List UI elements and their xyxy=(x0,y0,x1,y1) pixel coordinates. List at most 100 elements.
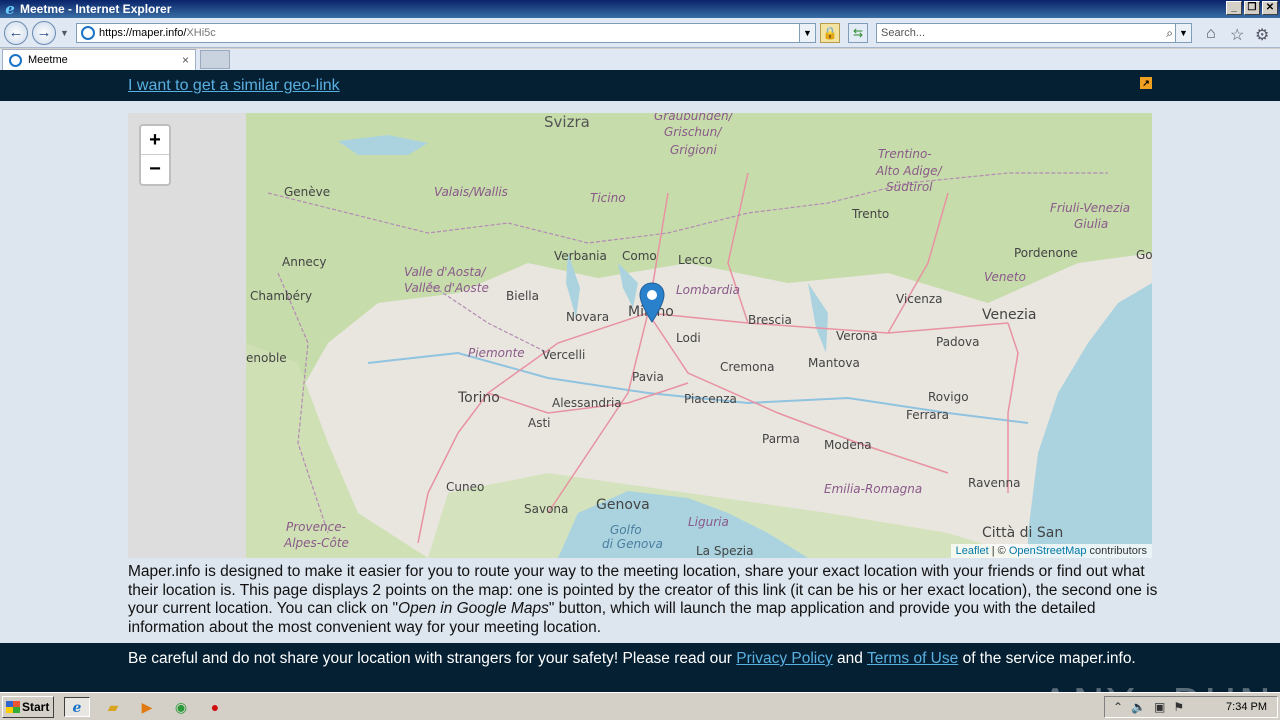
label-pavia: Pavia xyxy=(632,370,664,384)
url-host: https://maper.info/ xyxy=(99,27,187,39)
back-button[interactable]: ← xyxy=(4,21,28,45)
label-vicenza: Vicenza xyxy=(896,292,943,306)
footer-part2: of the service maper.info. xyxy=(958,650,1136,667)
back-arrow-icon: ← xyxy=(8,24,24,41)
label-svizzera: Svizra xyxy=(544,113,590,131)
label-como: Como xyxy=(622,249,657,263)
tab-favicon-icon xyxy=(9,53,22,67)
label-verona: Verona xyxy=(836,329,878,343)
taskbar: Start e ▰ ▶ ◉ ● ⌃ 🔈 ▣ ⚑ 7:34 PM xyxy=(0,692,1280,720)
label-valle-aosta: Valle d'Aosta/ xyxy=(404,265,486,279)
label-citta-san: Città di San xyxy=(982,525,1064,541)
search-input[interactable]: Search... ⌕ ▼ xyxy=(876,23,1192,43)
refresh-icon[interactable]: ⇆ xyxy=(848,23,868,43)
favorites-star-icon[interactable]: ☆ xyxy=(1230,25,1244,45)
taskbar-chrome-icon[interactable]: ◉ xyxy=(168,697,194,717)
label-asti: Asti xyxy=(528,416,551,430)
terms-of-use-link[interactable]: Terms of Use xyxy=(867,650,958,667)
label-venezia: Venezia xyxy=(982,307,1037,323)
top-banner: I want to get a similar geo-link ↗ xyxy=(0,70,1280,101)
label-sudtirol: Südtirol xyxy=(886,180,933,194)
label-go: Go xyxy=(1136,248,1152,262)
label-liguria: Liguria xyxy=(688,515,729,529)
label-padova: Padova xyxy=(936,335,980,349)
forward-arrow-icon: → xyxy=(36,24,52,41)
label-parma: Parma xyxy=(762,432,800,446)
label-torino: Torino xyxy=(458,390,500,406)
system-tray: ⌃ 🔈 ▣ ⚑ 7:34 PM xyxy=(1104,696,1278,718)
minimize-button[interactable]: _ xyxy=(1226,1,1242,15)
label-alto-adige: Alto Adige/ xyxy=(876,164,942,178)
clock: 7:34 PM xyxy=(1226,701,1267,713)
forward-button[interactable]: → xyxy=(32,21,56,45)
address-bar[interactable]: https://maper.info/XHi5c ▼ xyxy=(76,23,816,43)
openstreetmap-link[interactable]: OpenStreetMap xyxy=(1009,545,1087,557)
label-mantova: Mantova xyxy=(808,356,860,370)
tab-label: Meetme xyxy=(28,54,68,66)
label-giulia: Giulia xyxy=(1074,217,1109,231)
taskbar-folder-icon[interactable]: ▰ xyxy=(100,697,126,717)
gear-icon[interactable]: ⚙ xyxy=(1255,25,1269,45)
label-annecy: Annecy xyxy=(282,255,327,269)
restore-button[interactable]: ❐ xyxy=(1244,1,1260,15)
label-rovigo: Rovigo xyxy=(928,390,969,404)
label-provence: Provence- xyxy=(286,520,346,534)
zoom-out-button[interactable]: − xyxy=(141,155,169,184)
label-cremona: Cremona xyxy=(720,360,775,374)
similar-geo-link[interactable]: I want to get a similar geo-link xyxy=(128,77,340,95)
start-button[interactable]: Start xyxy=(2,696,54,718)
search-placeholder: Search... xyxy=(881,27,926,39)
site-favicon-icon xyxy=(81,26,95,40)
label-trentino: Trentino- xyxy=(878,147,932,161)
label-di-genova: di Genova xyxy=(602,537,663,551)
search-dropdown-icon[interactable]: ▼ xyxy=(1175,24,1191,42)
label-lombardia: Lombardia xyxy=(676,283,740,297)
label-grenoble: enoble xyxy=(246,351,287,365)
address-dropdown-icon[interactable]: ▼ xyxy=(799,24,815,42)
start-label: Start xyxy=(22,700,50,714)
lock-icon[interactable]: 🔒 xyxy=(820,23,840,43)
ie-logo-icon: e xyxy=(5,0,15,18)
label-veneto: Veneto xyxy=(984,270,1026,284)
close-button[interactable]: ✕ xyxy=(1262,1,1278,15)
anyrun-watermark: ANY▷RUN xyxy=(1040,680,1273,692)
location-marker-icon[interactable] xyxy=(639,282,665,324)
label-biella: Biella xyxy=(506,289,539,303)
zoom-in-button[interactable]: + xyxy=(141,126,169,155)
zoom-control: + − xyxy=(139,124,171,186)
label-alpes: Alpes-Côte xyxy=(284,536,349,550)
new-tab-button[interactable] xyxy=(200,50,230,69)
label-vallee-aoste: Vallée d'Aoste xyxy=(404,281,489,295)
taskbar-security-icon[interactable]: ● xyxy=(202,697,228,717)
leaflet-link[interactable]: Leaflet xyxy=(956,545,989,557)
label-grigioni: Grigioni xyxy=(670,143,717,157)
privacy-policy-link[interactable]: Privacy Policy xyxy=(736,650,832,667)
flag-icon[interactable]: ⚑ xyxy=(1173,700,1184,714)
search-icon[interactable]: ⌕ xyxy=(1166,24,1173,42)
label-lodi: Lodi xyxy=(676,331,701,345)
label-geneve: Genève xyxy=(284,185,331,199)
label-pordenone: Pordenone xyxy=(1014,246,1078,260)
home-icon[interactable]: ⌂ xyxy=(1206,25,1216,43)
label-ravenna: Ravenna xyxy=(968,476,1021,490)
taskbar-ie-icon[interactable]: e xyxy=(64,697,90,717)
label-brescia: Brescia xyxy=(748,313,792,327)
volume-icon[interactable]: 🔈 xyxy=(1131,700,1146,714)
window-titlebar: e Meetme - Internet Explorer _ ❐ ✕ xyxy=(0,0,1280,18)
navigation-bar: ← → ▼ https://maper.info/XHi5c ▼ 🔒 ⇆ Sea… xyxy=(0,18,1280,48)
attribution-suffix: contributors xyxy=(1086,545,1147,557)
tray-expand-icon[interactable]: ⌃ xyxy=(1113,700,1123,714)
label-graubunden: Graubünden/ xyxy=(654,113,733,123)
network-icon[interactable]: ▣ xyxy=(1154,700,1165,714)
label-ticino: Ticino xyxy=(590,191,626,205)
tab-close-icon[interactable]: × xyxy=(182,53,189,67)
map-container[interactable]: Svizra Graubünden/ Grischun/ Grigioni Tr… xyxy=(128,113,1152,558)
tab-meetme[interactable]: Meetme × xyxy=(2,49,196,70)
label-la-spezia: La Spezia xyxy=(696,544,754,558)
taskbar-media-icon[interactable]: ▶ xyxy=(134,697,160,717)
external-link-icon[interactable]: ↗ xyxy=(1140,77,1152,89)
label-chambery: Chambéry xyxy=(250,289,313,303)
history-dropdown-icon[interactable]: ▼ xyxy=(60,28,69,38)
windows-flag-icon xyxy=(6,701,20,713)
label-vercelli: Vercelli xyxy=(542,348,586,362)
